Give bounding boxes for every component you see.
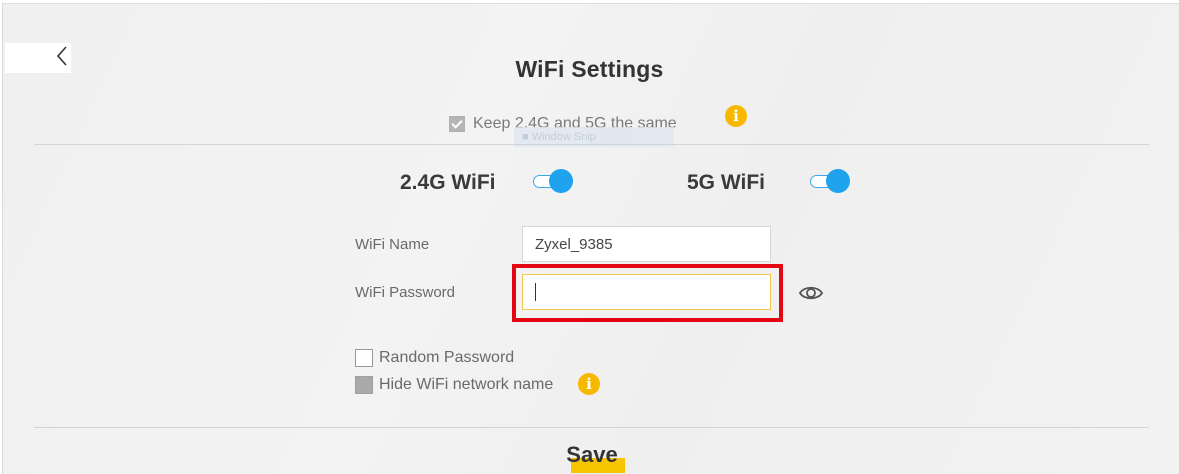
wifi-name-input[interactable]	[522, 226, 771, 262]
eye-icon[interactable]	[798, 282, 824, 304]
page-title: WiFi Settings	[515, 56, 664, 82]
save-label: Save	[566, 442, 618, 467]
random-password-checkbox[interactable]	[355, 349, 373, 367]
divider-bottom	[34, 427, 1149, 428]
keep-same-checkbox[interactable]	[449, 116, 465, 132]
wifi-name-label: WiFi Name	[355, 236, 430, 253]
text-caret	[535, 283, 536, 301]
hide-network-option[interactable]: Hide WiFi network name	[355, 375, 553, 395]
random-password-option[interactable]: Random Password	[355, 348, 514, 368]
hide-network-label: Hide WiFi network name	[379, 376, 554, 393]
toggle-5g[interactable]	[810, 169, 852, 193]
band-label-2g: 2.4G WiFi	[400, 171, 496, 194]
hide-network-checkbox[interactable]	[355, 376, 373, 394]
divider-top	[34, 144, 1149, 145]
wifi-password-input[interactable]	[522, 274, 771, 310]
wifi-password-label: WiFi Password	[355, 284, 456, 301]
toggle-2g[interactable]	[533, 169, 575, 193]
random-password-label: Random Password	[379, 349, 515, 366]
band-label-5g: 5G WiFi	[687, 171, 765, 194]
save-button[interactable]: Save	[552, 442, 632, 473]
info-icon[interactable]: i	[578, 373, 600, 395]
info-icon[interactable]: i	[725, 105, 747, 127]
toggle-5g-knob	[826, 169, 850, 193]
toggle-2g-knob	[549, 169, 573, 193]
